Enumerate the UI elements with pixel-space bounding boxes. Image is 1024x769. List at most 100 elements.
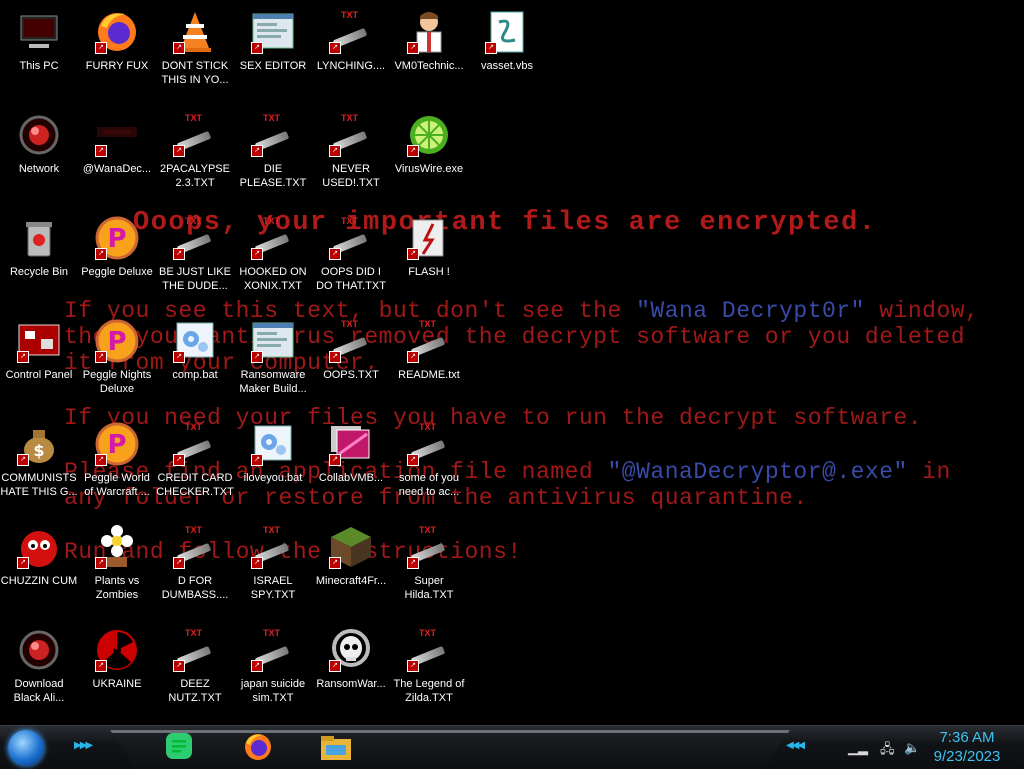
desktop-icon-label: DEEZ NUTZ.TXT [168,678,222,704]
desktop-icon-label: COMMUNISTS HATE THIS G... [0,472,78,498]
show-hidden-icons-icon[interactable]: ▁▂ [848,740,868,756]
txt-file-icon: TXT ↗ [327,214,375,262]
desktop-icon[interactable]: ↗ VM0Technic... [390,2,468,98]
desktop-icon[interactable]: Download Black Ali... [0,620,78,716]
desktop-icon[interactable]: TXT ↗ Super Hilda.TXT [390,517,468,613]
firefox-icon[interactable] [240,731,276,763]
svg-text:P: P [107,430,126,460]
txt-file-icon: TXT ↗ [405,420,453,468]
system-clock[interactable]: 7:36 AM 9/23/2023 [922,728,1012,766]
desktop-icon[interactable]: ↗ Ransomware Maker Build... [234,311,312,407]
desktop-icon[interactable]: This PC [0,2,78,98]
desktop-icon-label: The Legend of Zilda.TXT [393,678,465,704]
txt-file-icon: TXT ↗ [405,317,453,365]
txt-file-icon: TXT ↗ [405,523,453,571]
desktop-icon-label: ISRAEL SPY.TXT [250,575,296,601]
desktop-icon[interactable]: TXT ↗ ISRAEL SPY.TXT [234,517,312,613]
desktop-icon[interactable]: ↗ CHUZZIN CUM [0,517,78,613]
txt-file-icon: TXT ↗ [171,523,219,571]
desktop-icon-label: Super Hilda.TXT [404,575,454,601]
desktop-icon[interactable]: ↗ UKRAINE [78,620,156,716]
desktop-icon[interactable]: ↗ vasset.vbs [468,2,546,98]
desktop-icon[interactable]: ↗ SEX EDITOR [234,2,312,98]
desktop-icon[interactable]: TXT ↗ 2PACALYPSE 2.3.TXT [156,105,234,201]
desktop-icon-label: SEX EDITOR [239,60,307,72]
desktop-icon[interactable]: TXT ↗ BE JUST LIKE THE DUDE... [156,208,234,304]
grass-block-icon: ↗ [327,523,375,571]
desktop-icon[interactable]: TXT ↗ DEEZ NUTZ.TXT [156,620,234,716]
desktop-icon-label: UKRAINE [92,678,142,690]
desktop-icon[interactable]: TXT ↗ The Legend of Zilda.TXT [390,620,468,716]
vlc-cone-icon: ↗ [171,8,219,56]
desktop-icon[interactable]: TXT ↗ CREDIT CARD CHECKER.TXT [156,414,234,510]
radiation-icon: ↗ [93,626,141,674]
desktop-icon[interactable]: P ↗ Peggle Nights Deluxe [78,311,156,407]
desktop-icon-label: NEVER USED!.TXT [322,163,380,189]
desktop-icon[interactable]: P ↗ Peggle World of Warcraft ... [78,414,156,510]
desktop-icon[interactable]: ↗ iloveyou.bat [234,414,312,510]
desktop-icon[interactable]: ↗ DONT STICK THIS IN YO... [156,2,234,98]
txt-file-icon: TXT ↗ [327,317,375,365]
clock-date: 9/23/2023 [933,748,1001,765]
desktop-icon-label: BE JUST LIKE THE DUDE... [159,266,231,292]
desktop-icon[interactable]: ↗ FLASH ! [390,208,468,304]
desktop-icon-label: CHUZZIN CUM [0,575,78,587]
desktop-icon-label: Peggle World of Warcraft ... [84,472,150,498]
desktop-icon-label: some of you need to ac... [398,472,460,498]
desktop-icon[interactable]: Recycle Bin [0,208,78,304]
desktop-icon[interactable]: Network [0,105,78,201]
txt-file-icon: TXT ↗ [171,420,219,468]
screens-icon: ↗ [327,420,375,468]
desktop-icon[interactable]: $ ↗ COMMUNISTS HATE THIS G... [0,414,78,510]
desktop-icon[interactable]: TXT ↗ OOPS.TXT [312,311,390,407]
desktop-icon-label: OOPS DID I DO THAT.TXT [316,266,386,292]
desktop-icon-label: Download Black Ali... [13,678,65,704]
desktop-icon[interactable]: TXT ↗ LYNCHING.... [312,2,390,98]
wanna-decryptor-icon: ↗ [93,111,141,159]
desktop-icon-label: Minecraft4Fr... [315,575,387,587]
firefox-icon: ↗ [93,8,141,56]
money-bag-icon: $ ↗ [15,420,63,468]
desktop-icon[interactable]: ↗ VirusWire.exe [390,105,468,201]
desktop-icon[interactable]: TXT ↗ OOPS DID I DO THAT.TXT [312,208,390,304]
app-window-icon: ↗ [249,317,297,365]
desktop-icon[interactable]: ↗ RansomWar... [312,620,390,716]
file-explorer-icon[interactable] [318,731,354,763]
app-window-icon: ↗ [249,8,297,56]
desktop-icon[interactable]: ↗ Plants vs Zombies [78,517,156,613]
taskbar-arrows-left-icon: ▶▶▶ [74,740,93,751]
desktop-icon[interactable]: P ↗ Peggle Deluxe [78,208,156,304]
txt-file-icon: TXT ↗ [171,111,219,159]
desktop-icon-label: Peggle Nights Deluxe [82,369,152,395]
desktop-icon[interactable]: TXT ↗ DIE PLEASE.TXT [234,105,312,201]
desktop-icon-label: RansomWar... [316,678,386,690]
desktop-icon-label: Control Panel [5,369,73,381]
desktop-icon[interactable]: ↗ Minecraft4Fr... [312,517,390,613]
bat-gear-icon: ↗ [171,317,219,365]
network-tray-icon[interactable]: 🖧 [880,740,895,762]
txt-file-icon: TXT ↗ [327,8,375,56]
desktop-icon[interactable]: TXT ↗ some of you need to ac... [390,414,468,510]
desktop-icon-label: VM0Technic... [394,60,464,72]
desktop-icon[interactable]: ↗ Control Panel [0,311,78,407]
desktop-icon[interactable]: TXT ↗ D FOR DUMBASS.... [156,517,234,613]
skull-icon: ↗ [327,626,375,674]
desktop-icon[interactable]: ↗ FURRY FUX [78,2,156,98]
notes-app-icon[interactable] [162,731,198,763]
desktop-icon[interactable]: ↗ @WanaDec... [78,105,156,201]
lime-icon: ↗ [405,111,453,159]
svg-text:P: P [107,327,126,357]
desktop-icon[interactable]: ↗ comp.bat [156,311,234,407]
desktop-icon[interactable]: TXT ↗ japan suicide sim.TXT [234,620,312,716]
control-panel-icon: ↗ [15,317,63,365]
desktop-icon[interactable]: TXT ↗ README.txt [390,311,468,407]
desktop-icon[interactable]: ↗ CollabVMB... [312,414,390,510]
start-button[interactable] [8,730,44,766]
desktop-icon-label: @WanaDec... [82,163,152,175]
txt-file-icon: TXT ↗ [171,626,219,674]
volume-icon[interactable]: 🔈 [904,740,920,756]
desktop-icon[interactable]: TXT ↗ HOOKED ON XONIX.TXT [234,208,312,304]
bat-gear-icon: ↗ [249,420,297,468]
txt-file-icon: TXT ↗ [171,214,219,262]
desktop-icon[interactable]: TXT ↗ NEVER USED!.TXT [312,105,390,201]
